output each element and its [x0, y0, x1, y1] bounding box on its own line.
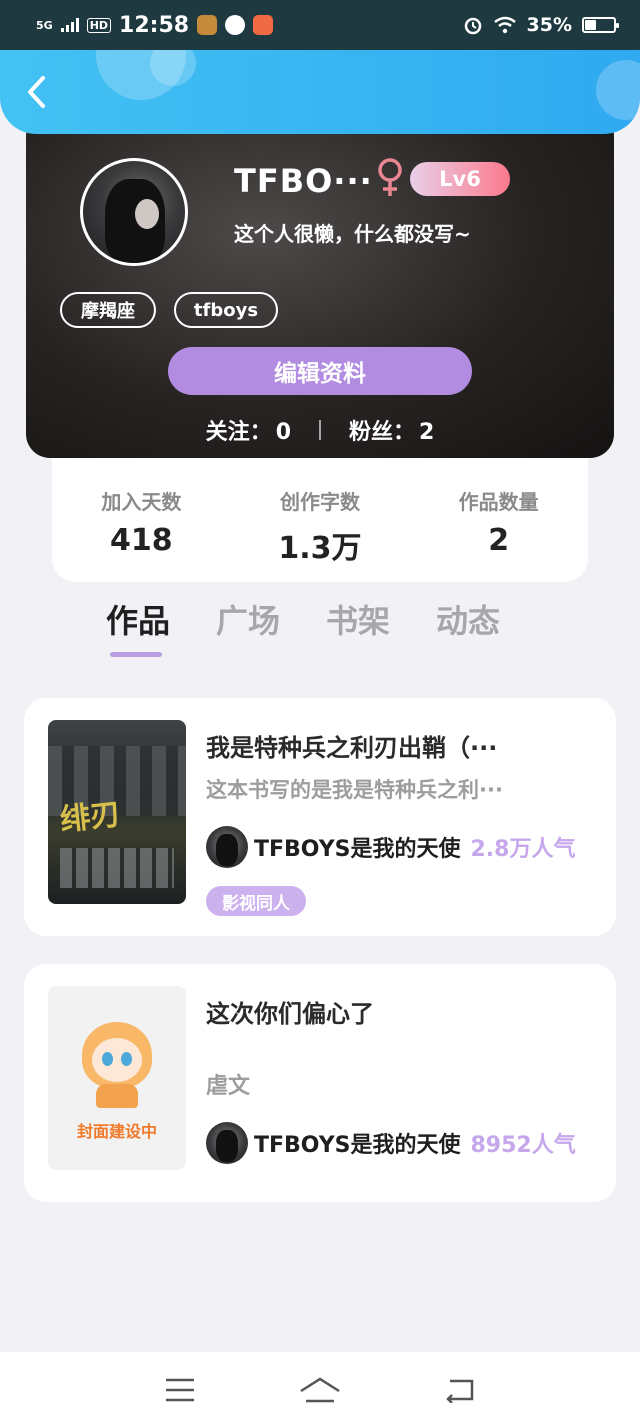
mascot-face [92, 1038, 142, 1082]
status-bar: 5G HD 12:58 35% [0, 0, 640, 50]
tag-fandom[interactable]: tfboys [174, 292, 278, 328]
menu-button[interactable] [150, 1365, 210, 1415]
tab-activity[interactable]: 动态 [430, 596, 506, 656]
game-app-icon [197, 15, 218, 35]
shopping-app-icon [253, 15, 274, 35]
work-title[interactable]: 我是特种兵之利刃出鞘（··· [206, 728, 586, 763]
work-title[interactable]: 这次你们偏心了 [206, 994, 586, 1029]
stat-value: 2 [488, 523, 510, 558]
compass-app-icon [225, 15, 246, 35]
bio-text: 这个人很懒，什么都没写~ [234, 222, 471, 246]
menu-icon [166, 1378, 194, 1401]
stat-label: 加入天数 [101, 490, 182, 514]
home-icon [300, 1377, 340, 1402]
cover-art [60, 848, 174, 888]
following-count: 0 [275, 420, 291, 445]
followers-link[interactable]: 粉丝： 2 [349, 414, 434, 446]
author-row: TFBOYS是我的天使 8952人气 [206, 1122, 576, 1164]
tab-bookshelf[interactable]: 书架 [320, 596, 396, 656]
avatar-hair [216, 1130, 238, 1162]
book-cover[interactable]: 绯刃 [48, 720, 186, 904]
edit-profile-button[interactable]: 编辑资料 [168, 347, 472, 395]
female-icon [378, 158, 402, 196]
work-card[interactable]: 绯刃 我是特种兵之利刃出鞘（··· 这本书写的是我是特种兵之利··· TFBOY… [24, 698, 616, 936]
stat-label: 作品数量 [458, 490, 539, 514]
cover-placeholder-text: 封面建设中 [76, 1122, 157, 1141]
divider [319, 420, 321, 440]
mascot-eye [121, 1052, 132, 1066]
avatar-face [135, 199, 159, 229]
follow-stats: 关注： 0 粉丝： 2 [26, 412, 614, 448]
author-row: TFBOYS是我的天使 2.8万人气 [206, 826, 575, 868]
username: TFBO··· [234, 162, 373, 200]
profile-card: TFBO··· Lv6 这个人很懒，什么都没写~ 摩羯座 tfboys 编辑资料… [26, 112, 614, 458]
return-icon [446, 1379, 474, 1403]
tab-bar: 作品 广场 书架 动态 [100, 596, 506, 657]
back-button[interactable] [16, 70, 56, 114]
genre-tag[interactable]: 影视同人 [206, 886, 306, 916]
author-name[interactable]: TFBOYS是我的天使 [254, 831, 461, 863]
work-card[interactable]: 封面建设中 这次你们偏心了 虐文 TFBOYS是我的天使 8952人气 [24, 964, 616, 1202]
following-link[interactable]: 关注： 0 [206, 414, 291, 446]
home-button[interactable] [290, 1365, 350, 1415]
author-avatar[interactable] [206, 826, 248, 868]
hd-badge: HD [86, 17, 112, 33]
status-time: 12:58 [119, 12, 190, 38]
avatar-hair [216, 834, 238, 866]
following-label: 关注： [205, 420, 272, 445]
alarm-icon [464, 17, 481, 35]
tab-works[interactable]: 作品 [100, 596, 176, 657]
stat-value: 1.3万 [278, 531, 362, 566]
followers-count: 2 [419, 420, 435, 445]
work-genre: 虐文 [206, 1074, 251, 1099]
signal-icon [60, 18, 79, 32]
avatar[interactable] [80, 158, 188, 266]
battery-icon [582, 17, 619, 33]
header-bubble [596, 60, 640, 120]
battery-percent: 35% [526, 14, 572, 36]
followers-label: 粉丝： [349, 420, 416, 445]
book-cover-placeholder[interactable]: 封面建设中 [48, 986, 186, 1170]
mascot-eye [102, 1052, 113, 1066]
mascot-body [96, 1084, 138, 1108]
cover-art-lettering: 绯刃 [58, 796, 123, 839]
stat-work-count: 作品数量 2 [419, 486, 579, 582]
tab-square[interactable]: 广场 [210, 596, 286, 656]
top-header [0, 50, 640, 134]
author-avatar[interactable] [206, 1122, 248, 1164]
network-indicator: 5G [36, 18, 53, 32]
stats-card: 加入天数 418 创作字数 1.3万 作品数量 2 [52, 446, 588, 582]
stat-label: 创作字数 [279, 490, 360, 514]
system-nav-bar [0, 1352, 640, 1427]
work-description: 这本书写的是我是特种兵之利··· [206, 778, 503, 802]
popularity-count: 8952人气 [470, 1133, 576, 1158]
stat-join-days: 加入天数 418 [61, 486, 221, 582]
wifi-icon [493, 16, 516, 34]
level-badge: Lv6 [410, 162, 510, 196]
stat-value: 418 [110, 523, 173, 558]
author-name[interactable]: TFBOYS是我的天使 [254, 1127, 461, 1159]
tag-zodiac[interactable]: 摩羯座 [60, 292, 156, 328]
chevron-left-icon [28, 76, 45, 108]
stat-word-count: 创作字数 1.3万 [240, 486, 400, 582]
back-nav-button[interactable] [430, 1365, 490, 1415]
popularity-count: 2.8万人气 [470, 837, 576, 862]
